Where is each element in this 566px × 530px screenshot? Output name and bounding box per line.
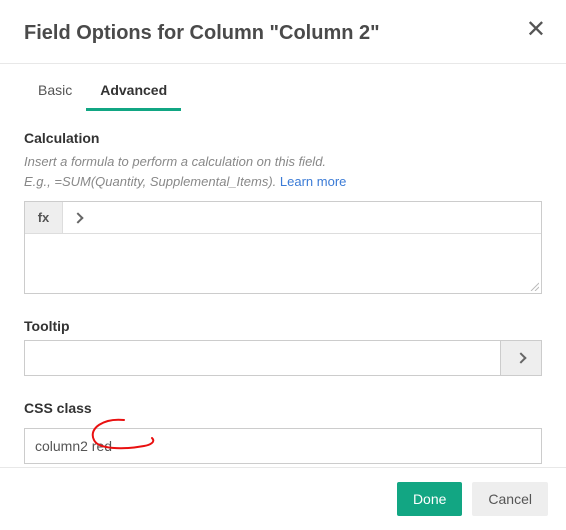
tooltip-row: [24, 340, 542, 376]
calculation-label: Calculation: [24, 130, 542, 146]
dialog-title: Field Options for Column "Column 2": [24, 22, 542, 45]
divider: [0, 63, 566, 64]
formula-box: fx: [24, 201, 542, 294]
tooltip-section: Tooltip: [24, 318, 542, 376]
chevron-right-icon: [515, 352, 526, 363]
css-class-input[interactable]: [24, 428, 542, 464]
chevron-right-icon: [72, 212, 83, 223]
done-button[interactable]: Done: [397, 482, 462, 516]
tooltip-label: Tooltip: [24, 318, 542, 334]
formula-toolbar: fx: [25, 202, 541, 234]
tabs: Basic Advanced: [0, 72, 566, 112]
fx-icon[interactable]: fx: [25, 202, 63, 233]
field-options-dialog: Field Options for Column "Column 2" ✕ Ba…: [0, 0, 566, 464]
tooltip-input[interactable]: [24, 340, 500, 376]
dialog-content: Calculation Insert a formula to perform …: [0, 112, 566, 464]
dialog-header: Field Options for Column "Column 2" ✕: [0, 0, 566, 63]
css-class-section: CSS class: [24, 400, 542, 464]
calc-helper-line2: E.g., =SUM(Quantity, Supplemental_Items)…: [24, 174, 276, 189]
close-icon[interactable]: ✕: [526, 18, 546, 42]
formula-input[interactable]: [25, 234, 541, 290]
calculation-helper: Insert a formula to perform a calculatio…: [24, 152, 542, 191]
calculation-section: Calculation Insert a formula to perform …: [24, 130, 542, 294]
css-class-label: CSS class: [24, 400, 542, 416]
calc-helper-line1: Insert a formula to perform a calculatio…: [24, 154, 326, 169]
tab-advanced[interactable]: Advanced: [86, 72, 181, 111]
learn-more-link[interactable]: Learn more: [280, 174, 346, 189]
dialog-footer: Done Cancel: [0, 467, 566, 530]
tab-basic[interactable]: Basic: [24, 72, 86, 111]
cancel-button[interactable]: Cancel: [472, 482, 548, 516]
tooltip-expand-button[interactable]: [500, 340, 542, 376]
formula-expand-button[interactable]: [63, 202, 93, 233]
